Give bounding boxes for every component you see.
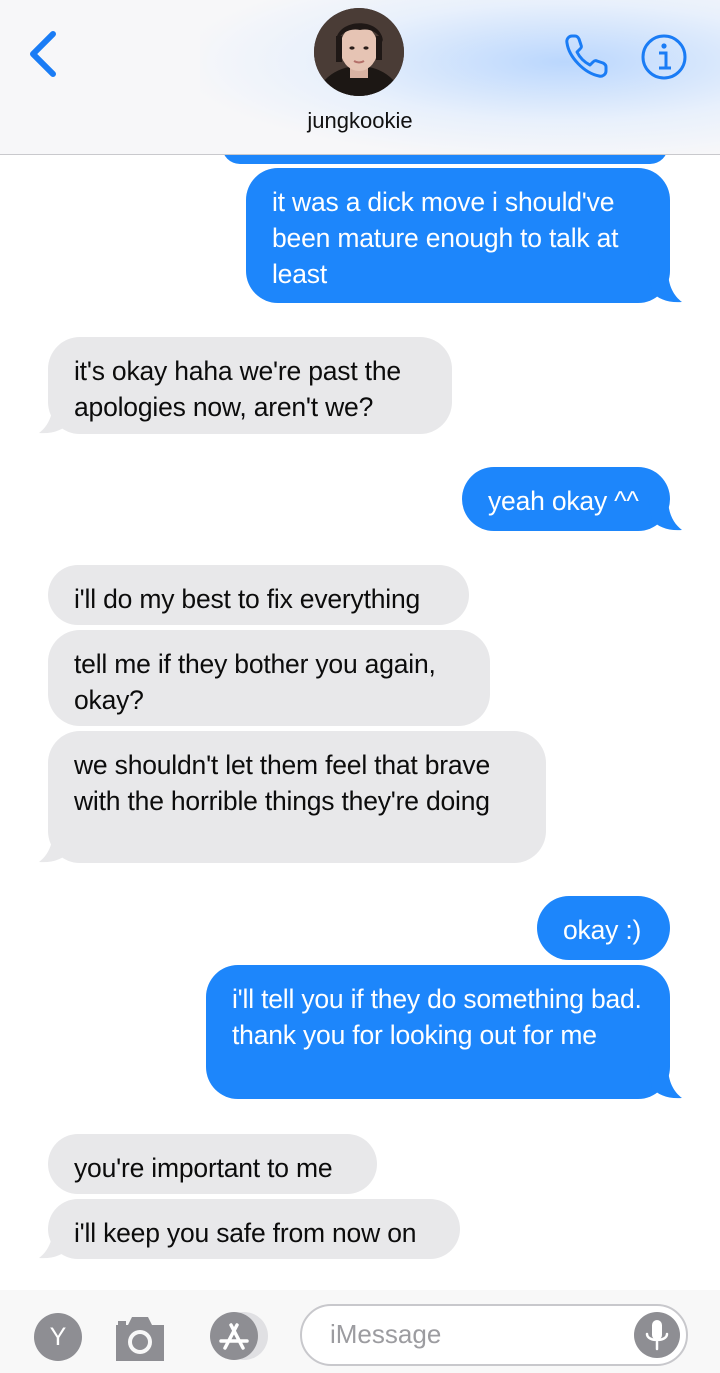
bubble-tail — [648, 270, 682, 303]
bubble-tail — [648, 498, 682, 531]
bubble-tail — [648, 1066, 682, 1099]
message-bubble-incoming[interactable]: tell me if they bother you again, okay? — [48, 630, 490, 726]
conversation-header: jungkookie — [0, 0, 720, 155]
message-bubble-outgoing[interactable]: i'll tell you if they do something bad. … — [206, 965, 670, 1099]
camera-icon[interactable] — [112, 1313, 168, 1363]
contact-avatar[interactable] — [314, 8, 404, 96]
phone-icon[interactable] — [560, 30, 612, 82]
app-shortcut-button[interactable]: Y — [34, 1313, 82, 1361]
message-bubble-incoming[interactable]: i'll keep you safe from now on — [48, 1199, 460, 1259]
message-text: yeah okay ^^ — [488, 486, 639, 516]
imessage-input[interactable]: iMessage — [300, 1304, 688, 1366]
bubble-tail — [39, 830, 73, 863]
message-text: you're important to me — [74, 1153, 333, 1183]
message-text: i'll do my best to fix everything — [74, 584, 421, 614]
back-chevron-icon[interactable] — [22, 28, 66, 80]
bubble-tail — [39, 401, 73, 434]
message-bubble-incoming[interactable]: i'll do my best to fix everything — [48, 565, 469, 625]
message-bubble-incoming[interactable]: we shouldn't let them feel that brave wi… — [48, 731, 546, 863]
imessage-placeholder: iMessage — [330, 1319, 442, 1349]
contact-name[interactable]: jungkookie — [0, 108, 720, 134]
message-text: tell me if they bother you again, okay? — [74, 649, 436, 715]
message-bubble-incoming[interactable]: it's okay haha we're past the apologies … — [48, 337, 452, 434]
message-bubble-outgoing[interactable]: yeah okay ^^ — [462, 467, 670, 531]
message-text: i'll keep you safe from now on — [74, 1218, 417, 1248]
message-text: i'll tell you if they do something bad. … — [232, 984, 642, 1050]
message-bubble-outgoing[interactable]: it was a dick move i should've been matu… — [246, 168, 670, 303]
microphone-icon[interactable] — [634, 1312, 680, 1358]
message-bubble-incoming[interactable]: you're important to me — [48, 1134, 377, 1194]
bubble-tail — [39, 1226, 73, 1259]
message-text: okay :) — [563, 915, 642, 945]
app-shortcut-letter: Y — [49, 1323, 67, 1351]
info-icon[interactable] — [640, 33, 688, 81]
message-text: we shouldn't let them feel that brave wi… — [74, 750, 491, 816]
app-store-icon[interactable] — [204, 1311, 272, 1361]
message-bubble-outgoing[interactable]: okay :) — [537, 896, 670, 960]
message-text: it was a dick move i should've been matu… — [272, 187, 619, 289]
message-text: it's okay haha we're past the apologies … — [74, 356, 401, 422]
